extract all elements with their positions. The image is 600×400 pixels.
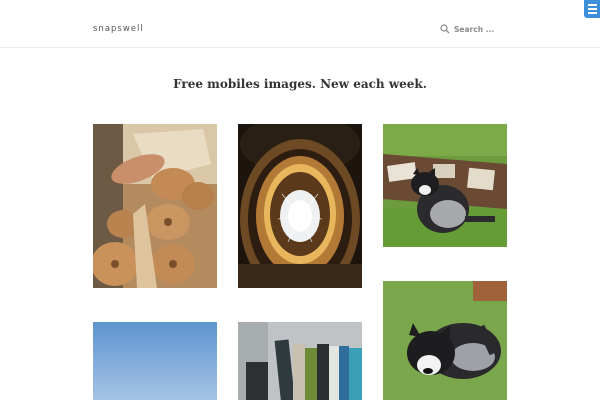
search-icon[interactable] [440,24,450,34]
site-logo[interactable]: snapswell [93,24,144,34]
gallery-image-books[interactable] [238,322,362,400]
blue-sky-image [93,322,217,400]
dog-close-up-image [383,281,507,400]
books-image [238,322,362,400]
dog-on-lawn-image [383,124,507,247]
gallery-image-dog-close-up[interactable] [383,281,507,400]
menu-icon-bar [587,12,597,14]
pastries-image [93,124,217,288]
menu-icon-bar [587,8,597,10]
gallery-image-ceiling-light[interactable] [238,124,362,288]
page-tagline: Free mobiles images. New each week. [173,77,427,91]
menu-toggle-button[interactable] [584,0,600,18]
search-bar[interactable] [440,24,514,34]
site-header: snapswell [0,0,600,48]
gallery-image-dog-on-lawn[interactable] [383,124,507,247]
menu-icon-bar [587,4,597,6]
gallery-image-blue-sky[interactable] [93,322,217,400]
gallery-image-pastries[interactable] [93,124,217,288]
search-input[interactable] [454,24,514,34]
ceiling-light-image [238,124,362,288]
